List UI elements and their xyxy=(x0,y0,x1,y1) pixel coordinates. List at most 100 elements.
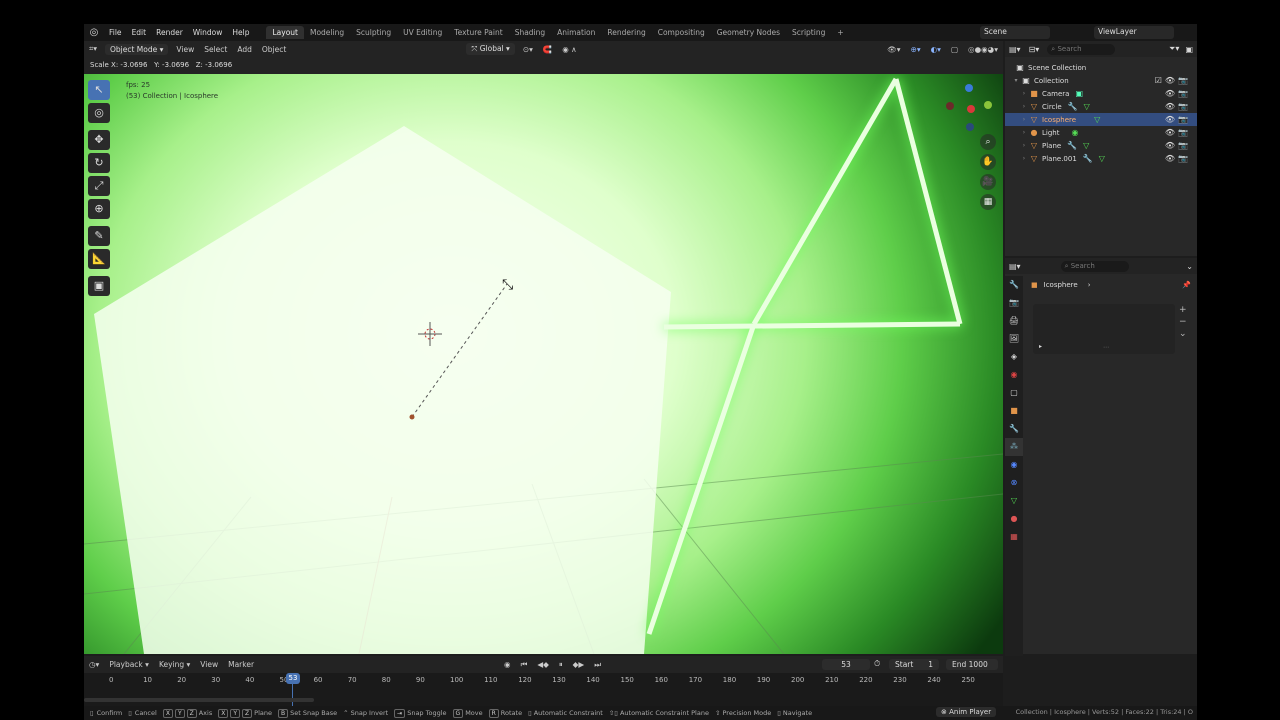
measure-tool-icon[interactable]: 📐 xyxy=(88,249,110,269)
menu-select[interactable]: Select xyxy=(199,45,232,54)
tab-animation[interactable]: Animation xyxy=(551,26,601,39)
texture-tab-icon[interactable]: ▦ xyxy=(1005,528,1023,546)
tab-sculpting[interactable]: Sculpting xyxy=(350,26,397,39)
pivot-icon[interactable]: ⊙▾ xyxy=(518,45,538,54)
scale-tool-icon[interactable]: ⤢ xyxy=(88,176,110,196)
shading-modes-icon[interactable]: ◎●◉◕▾ xyxy=(963,45,1003,54)
properties-search-input[interactable]: ⌕ Search xyxy=(1060,260,1129,272)
scene-selector[interactable]: Scene xyxy=(980,26,1050,39)
add-workspace-icon[interactable]: + xyxy=(831,26,849,39)
xray-icon[interactable]: ▢ xyxy=(946,45,963,54)
constraints-tab-icon[interactable]: ⊗ xyxy=(1005,474,1023,492)
tab-scripting[interactable]: Scripting xyxy=(786,26,831,39)
jump-end-icon[interactable]: ⏭ xyxy=(589,660,606,670)
snap-icon[interactable]: 🧲 xyxy=(538,45,557,54)
output-tab-icon[interactable]: 🖨 xyxy=(1005,312,1023,330)
outliner-editor-icon[interactable]: ▤▾ xyxy=(1009,45,1021,54)
menu-edit[interactable]: Edit xyxy=(127,28,152,37)
display-mode-icon[interactable]: ⊟▾ xyxy=(1029,45,1040,54)
particles-tab-icon[interactable]: ⁂ xyxy=(1005,438,1023,456)
add-cube-tool-icon[interactable]: ▣ xyxy=(88,276,110,296)
playhead[interactable]: 53 xyxy=(286,673,300,684)
modifier-tab-icon[interactable]: 🔧 xyxy=(1005,420,1023,438)
outliner-item-plane-001[interactable]: › ▽ Plane.001 🔧 ▽ 👁📷 xyxy=(1005,152,1197,165)
visibility-icons[interactable]: 👁📷 xyxy=(1165,154,1191,163)
menu-view[interactable]: View xyxy=(171,45,199,54)
collection-visibility-icons[interactable]: ☑👁📷 xyxy=(1155,76,1191,85)
tab-uv-editing[interactable]: UV Editing xyxy=(397,26,448,39)
tab-texture-paint[interactable]: Texture Paint xyxy=(448,26,508,39)
outliner-search-input[interactable]: ⌕ Search xyxy=(1047,43,1116,55)
timeline-ruler[interactable]: 0 10 20 30 40 50 60 70 80 90 100 110 120 130 140 150 160… xyxy=(84,673,1003,706)
stopwatch-icon[interactable]: ⏱ xyxy=(874,659,880,669)
view-layer-selector[interactable]: ViewLayer xyxy=(1094,26,1174,39)
start-frame-field[interactable]: Start 1 xyxy=(889,659,939,670)
visibility-icons[interactable]: 👁📷 xyxy=(1165,115,1191,124)
pan-hand-icon[interactable]: ✋ xyxy=(980,154,996,170)
data-tab-icon[interactable]: ▽ xyxy=(1005,492,1023,510)
tab-modeling[interactable]: Modeling xyxy=(304,26,350,39)
ortho-grid-icon[interactable]: ▦ xyxy=(980,194,996,210)
menu-add[interactable]: Add xyxy=(232,45,257,54)
timeline-scrollbar[interactable] xyxy=(84,698,314,702)
outliner-item-icosphere[interactable]: › ▽ Icosphere ▽ 👁📷 xyxy=(1005,113,1197,126)
scene-tab-icon[interactable]: ◈ xyxy=(1005,348,1023,366)
mode-selector[interactable]: Object Mode ▾ xyxy=(105,43,169,55)
collection-tab-icon[interactable]: ▢ xyxy=(1005,384,1023,402)
outliner-collection[interactable]: ▾ ▣ Collection ☑👁📷 xyxy=(1005,74,1197,87)
play-forward-icon[interactable]: ◆▶ xyxy=(568,660,590,669)
add-slot-icon[interactable]: + xyxy=(1179,304,1187,316)
view-layer-tab-icon[interactable]: 🖼 xyxy=(1005,330,1023,348)
tab-layout[interactable]: Layout xyxy=(266,26,304,39)
menu-marker[interactable]: Marker xyxy=(223,660,259,669)
3d-viewport[interactable]: ⤡ fps: 25 (53) Collection | Icosphere ↖ xyxy=(84,74,1003,654)
anim-player-button[interactable]: ⊗ Anim Player xyxy=(936,707,997,717)
filter-icon[interactable]: ⏷▾ xyxy=(1169,44,1179,54)
gizmo-icon[interactable]: ⊕▾ xyxy=(906,45,926,54)
slot-menu-icon[interactable]: ⌄ xyxy=(1179,328,1187,340)
select-tool-icon[interactable]: ↖ xyxy=(88,80,110,100)
tab-geometry-nodes[interactable]: Geometry Nodes xyxy=(711,26,786,39)
outliner-item-light[interactable]: › ● Light ◉ 👁📷 xyxy=(1005,126,1197,139)
outliner-scene-collection[interactable]: ▣ Scene Collection xyxy=(1005,61,1197,74)
menu-file[interactable]: File xyxy=(104,28,127,37)
list-resize-handle[interactable]: ⋯ xyxy=(1103,344,1109,351)
close-icon[interactable]: ⊗ xyxy=(941,708,947,716)
orientation-selector[interactable]: ⤧ Global ▾ xyxy=(466,43,515,55)
auto-key-icon[interactable]: ◉ xyxy=(499,660,516,669)
outliner-item-circle[interactable]: › ▽ Circle 🔧 ▽ 👁📷 xyxy=(1005,100,1197,113)
outliner-item-camera[interactable]: › ■ Camera ▣ 👁📷 xyxy=(1005,87,1197,100)
zoom-icon[interactable]: ⌕ xyxy=(980,134,996,150)
tab-shading[interactable]: Shading xyxy=(509,26,551,39)
visibility-icons[interactable]: 👁📷 xyxy=(1165,102,1191,111)
menu-help[interactable]: Help xyxy=(227,28,254,37)
pin-icon[interactable]: 📌 xyxy=(1182,281,1191,289)
current-frame-field[interactable]: 53 xyxy=(822,659,870,670)
physics-tab-icon[interactable]: ◉ xyxy=(1005,456,1023,474)
menu-view-timeline[interactable]: View xyxy=(195,660,223,669)
move-tool-icon[interactable]: ✥ xyxy=(88,130,110,150)
visibility-icon[interactable]: 👁▾ xyxy=(882,45,905,54)
transform-tool-icon[interactable]: ⊕ xyxy=(88,199,110,219)
particle-systems-list[interactable]: ▸ ⋯ xyxy=(1033,304,1175,354)
options-chevron-icon[interactable]: ⌄ xyxy=(1186,262,1193,271)
render-tab-icon[interactable]: 📷 xyxy=(1005,294,1023,312)
camera-view-icon[interactable]: 🎥 xyxy=(980,174,996,190)
list-expand-icon[interactable]: ▸ xyxy=(1039,343,1042,350)
play-reverse-icon[interactable]: ◀◆ xyxy=(532,660,554,669)
editor-type-icon[interactable]: ⌗▾ xyxy=(84,44,102,54)
axis-gizmo[interactable] xyxy=(946,84,992,131)
visibility-icons[interactable]: 👁📷 xyxy=(1165,128,1191,137)
menu-render[interactable]: Render xyxy=(151,28,188,37)
annotate-tool-icon[interactable]: ✎ xyxy=(88,226,110,246)
remove-slot-icon[interactable]: − xyxy=(1179,316,1187,328)
cursor-tool-icon[interactable]: ◎ xyxy=(88,103,110,123)
blender-logo-icon[interactable]: ◎ xyxy=(84,27,104,38)
object-tab-icon[interactable]: ■ xyxy=(1005,402,1023,420)
properties-editor-icon[interactable]: ▤▾ xyxy=(1009,262,1021,271)
menu-playback[interactable]: Playback ▾ xyxy=(104,660,154,669)
material-tab-icon[interactable]: ● xyxy=(1005,510,1023,528)
proportional-edit-icon[interactable]: ◉ ∧ xyxy=(557,45,581,54)
jump-start-icon[interactable]: ⏮ xyxy=(516,660,533,670)
tool-tab-icon[interactable]: 🔧 xyxy=(1005,276,1023,294)
